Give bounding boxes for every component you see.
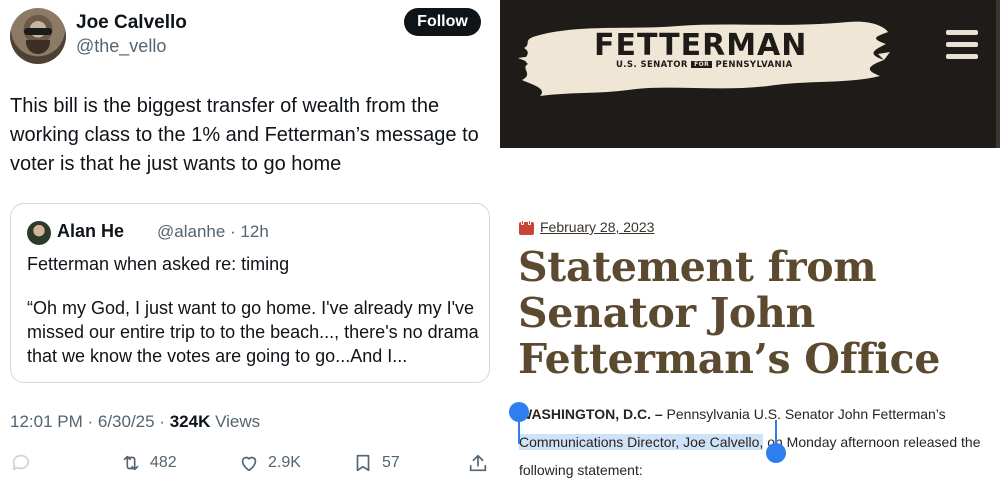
site-logo-wordmark[interactable]: FETTERMAN (594, 28, 807, 63)
dateline: WASHINGTON, D.C. – (519, 406, 663, 422)
avatar-glasses (24, 28, 52, 35)
press-release-page: FETTERMAN U.S. SENATOR FOR PENNSYLVANIA … (500, 0, 1000, 485)
tweet-panel: Joe Calvello @the_vello Follow This bill… (0, 0, 500, 485)
bookmark-count: 57 (382, 454, 400, 471)
retweet-icon (123, 455, 139, 471)
reply-icon (12, 454, 30, 471)
bookmark-icon (356, 454, 370, 472)
post-date-link[interactable]: February 28, 2023 (540, 219, 654, 235)
quoted-tweet-text: Fetterman when asked re: timing “Oh my G… (27, 252, 485, 368)
follow-button[interactable]: Follow (404, 8, 481, 36)
selection-end-handle[interactable] (766, 443, 786, 463)
calendar-icon (519, 219, 534, 235)
body-part-1: Pennsylvania U.S. Senator John Fetterman… (662, 406, 946, 422)
tweet-actions: 482 2.9K 57 (0, 448, 500, 478)
quoted-author-name[interactable]: Alan He (57, 221, 124, 242)
retweet-count: 482 (150, 454, 177, 471)
logo-sub-right: PENNSYLVANIA (715, 60, 793, 70)
share-button[interactable] (467, 448, 489, 478)
hamburger-line (946, 30, 978, 35)
article-body: WASHINGTON, D.C. – Pennsylvania U.S. Sen… (519, 400, 989, 484)
quoted-author-meta: @alanhe · 12h (157, 222, 269, 241)
selected-text[interactable]: Communications Director, Joe Calvello, (519, 434, 764, 450)
hamburger-line (946, 42, 978, 47)
post-date-row: February 28, 2023 (519, 218, 654, 236)
selection-start-handle[interactable] (509, 402, 529, 422)
site-header: FETTERMAN U.S. SENATOR FOR PENNSYLVANIA (500, 0, 1000, 148)
article-headline: Statement from Senator John Fetterman’s … (518, 243, 941, 383)
quoted-tweet[interactable]: Alan He @alanhe · 12h Fetterman when ask… (10, 203, 490, 383)
retweet-button[interactable]: 482 (120, 448, 177, 478)
author-name[interactable]: Joe Calvello (76, 12, 187, 34)
like-count: 2.9K (268, 454, 301, 471)
heart-icon (241, 456, 257, 472)
author-avatar[interactable] (10, 8, 66, 64)
quoted-paragraph: “Oh my God, I just want to go home. I've… (27, 298, 479, 366)
views-count: 324K (169, 412, 211, 431)
tweet-text: This bill is the biggest transfer of wea… (10, 95, 479, 175)
views-label: Views (210, 412, 261, 431)
scrollbar[interactable] (996, 0, 1000, 148)
bookmark-button[interactable]: 57 (352, 448, 400, 478)
avatar-beard (26, 40, 50, 54)
menu-hamburger-icon[interactable] (946, 28, 978, 60)
author-handle[interactable]: @the_vello (76, 36, 166, 57)
share-icon (469, 454, 487, 472)
quoted-paragraph: Fetterman when asked re: timing (27, 254, 290, 274)
reply-button[interactable] (10, 448, 40, 478)
like-button[interactable]: 2.9K (238, 448, 301, 478)
site-logo-subtitle: U.S. SENATOR FOR PENNSYLVANIA (616, 60, 793, 70)
tweet-timestamp-row: 12:01 PM · 6/30/25 · 324K Views (10, 412, 260, 432)
logo-sub-for: FOR (691, 61, 713, 68)
logo-sub-left: U.S. SENATOR (616, 60, 688, 70)
hamburger-line (946, 54, 978, 59)
tweet-timestamp[interactable]: 12:01 PM · 6/30/25 · (10, 412, 170, 431)
quoted-author-avatar[interactable] (27, 221, 51, 245)
